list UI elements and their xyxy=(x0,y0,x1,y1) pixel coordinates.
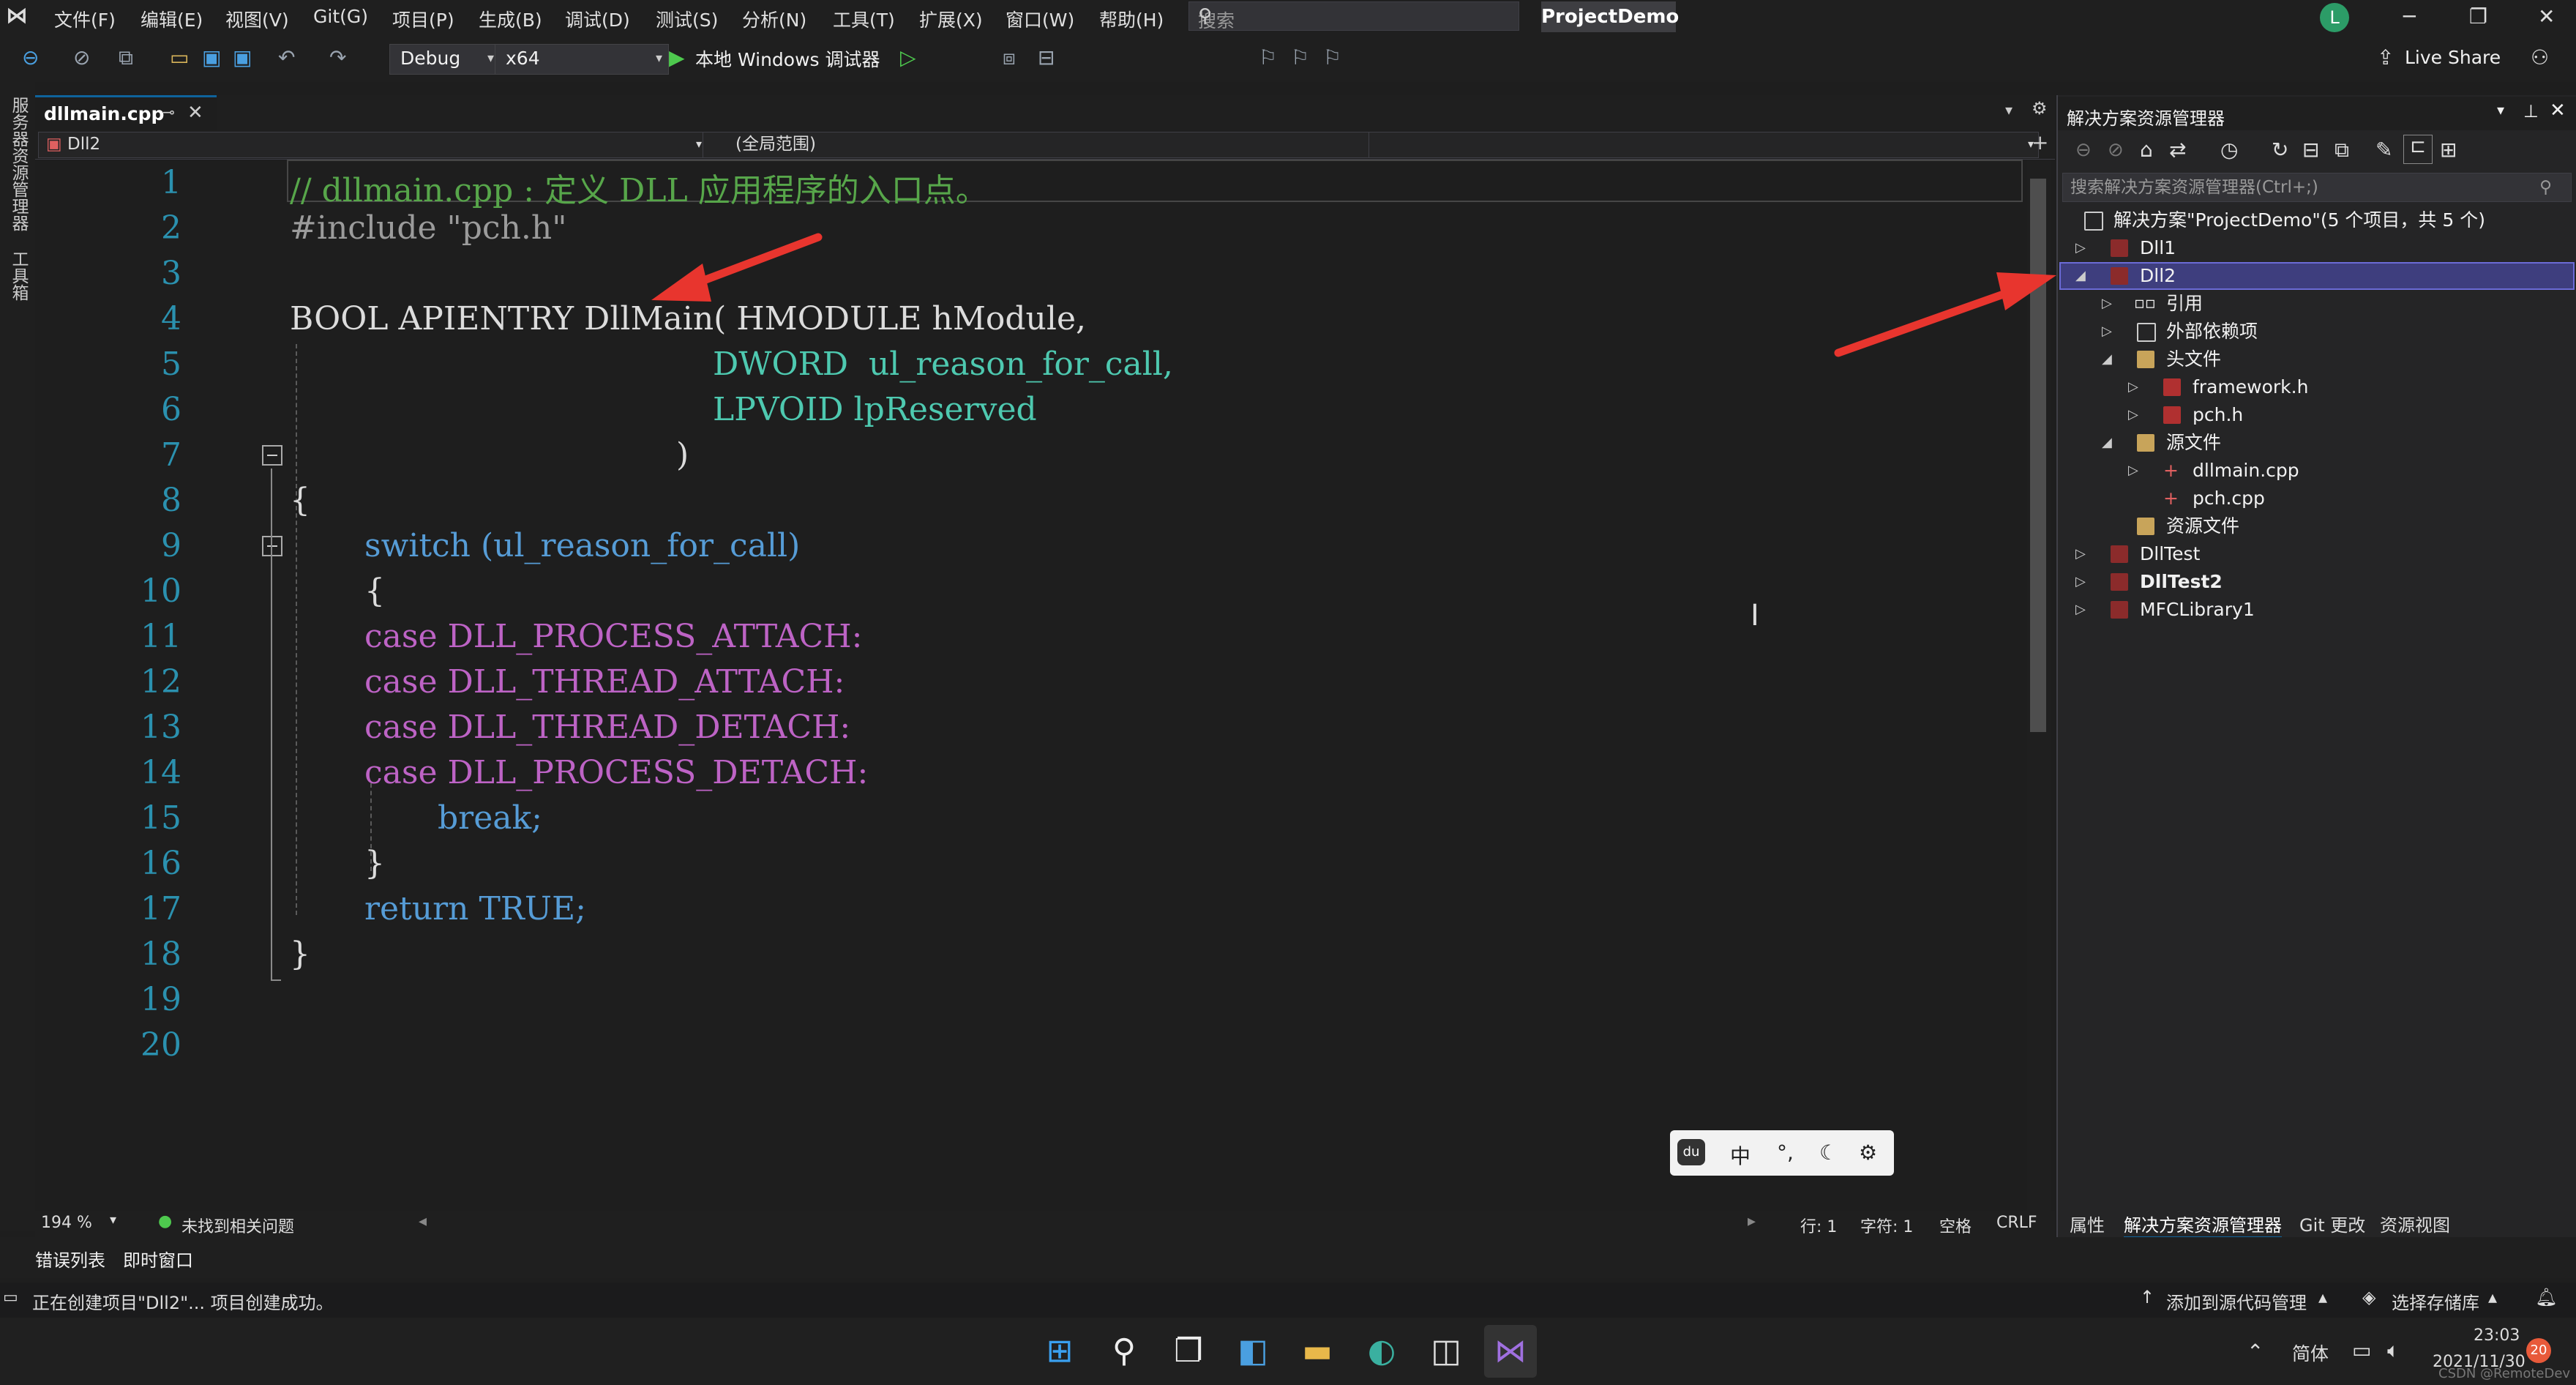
red-arrow-2 xyxy=(1834,272,2056,357)
annotation-arrows xyxy=(651,233,2056,357)
red-arrow-1 xyxy=(651,233,823,302)
